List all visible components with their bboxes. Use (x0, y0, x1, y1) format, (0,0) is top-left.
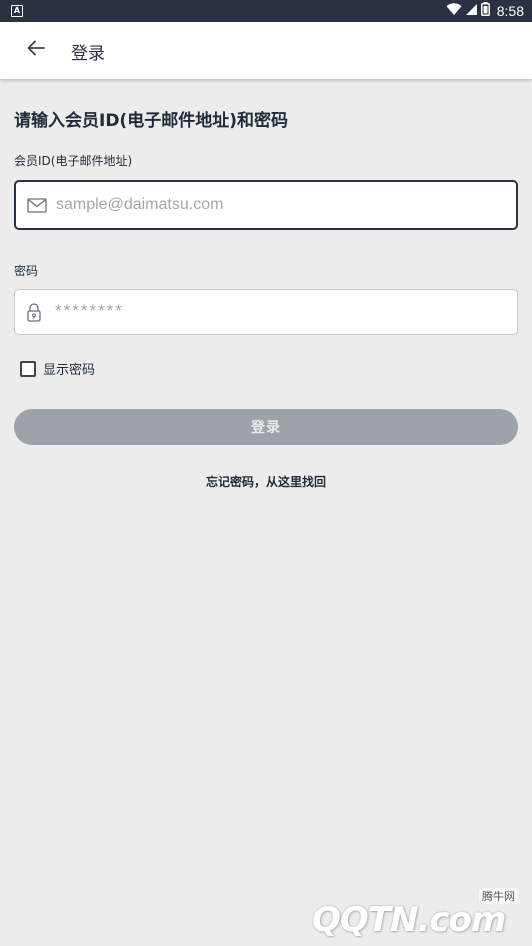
lock-icon (26, 302, 42, 322)
wifi-icon (446, 2, 462, 20)
email-label: 会员ID(电子邮件地址) (14, 154, 133, 168)
show-password-toggle[interactable]: 显示密码 (20, 359, 95, 378)
status-time: 8:58 (496, 3, 524, 19)
watermark-logo: QQTN.com (312, 900, 506, 940)
email-field-container[interactable] (14, 180, 518, 230)
status-icons: 8:58 (446, 0, 524, 22)
battery-icon (480, 2, 490, 20)
email-input[interactable] (56, 190, 506, 220)
show-password-label: 显示密码 (43, 363, 96, 378)
mail-icon (27, 197, 47, 213)
page-title: 登录 (71, 44, 105, 64)
show-password-checkbox[interactable] (20, 360, 36, 377)
watermark-tag: 腾牛网 (479, 888, 518, 904)
password-label: 密码 (14, 264, 39, 278)
watermark: QQTN.com 腾牛网 (312, 884, 526, 942)
password-field-container[interactable] (14, 289, 518, 335)
login-button[interactable]: 登录 (14, 409, 518, 445)
app-bar: 登录 (0, 22, 532, 79)
back-button[interactable] (22, 36, 50, 64)
arrow-left-icon (27, 40, 45, 60)
status-bar: A 8:58 (0, 0, 532, 22)
notification-app-icon: A (11, 5, 23, 17)
password-input[interactable] (55, 297, 507, 327)
signal-icon (465, 3, 478, 20)
forgot-password-link[interactable]: 忘记密码，从这里找回 (0, 473, 532, 490)
form-heading: 请输入会员ID(电子邮件地址)和密码 (14, 111, 288, 131)
